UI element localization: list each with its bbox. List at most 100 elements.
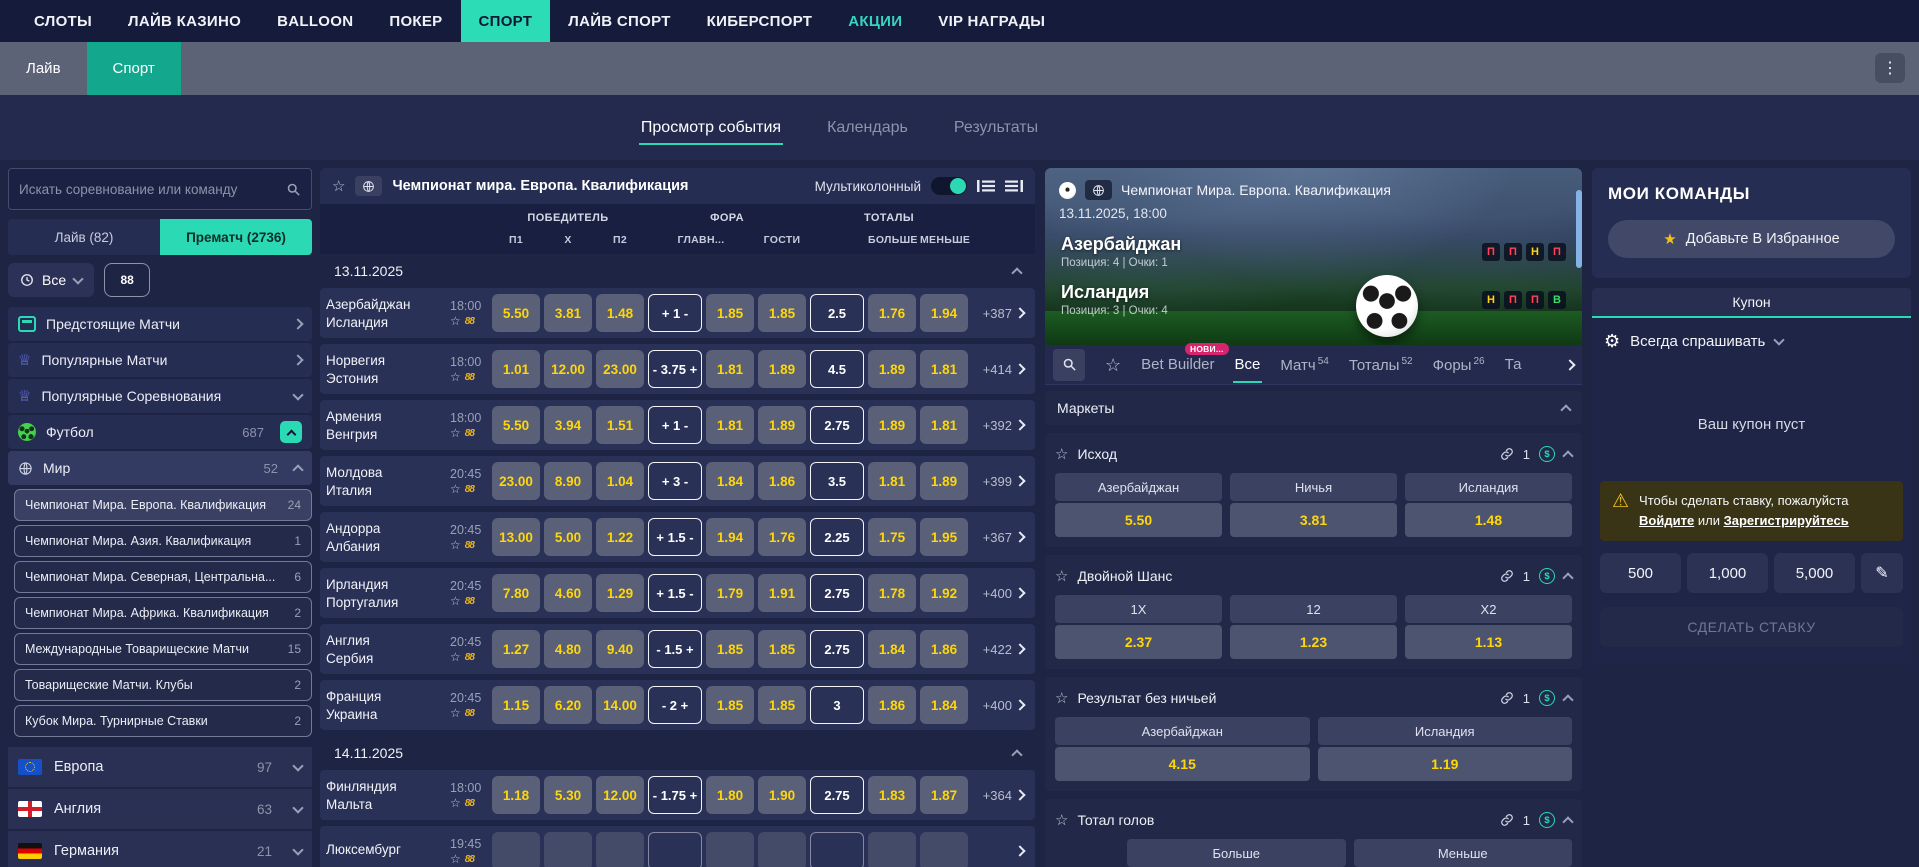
- odd-over[interactable]: 1.89: [868, 406, 916, 444]
- market-odd-button[interactable]: 1.13: [1405, 625, 1572, 659]
- total-line[interactable]: 2.75: [810, 406, 864, 444]
- odd-p1[interactable]: 5.50: [492, 294, 540, 332]
- odd-under[interactable]: 1.81: [920, 350, 968, 388]
- odd-handicap-home[interactable]: 1.84: [706, 462, 754, 500]
- event-teams[interactable]: Армения Венгрия: [326, 409, 446, 442]
- odd-under[interactable]: [920, 832, 968, 867]
- odd-p2[interactable]: 23.00: [596, 350, 644, 388]
- event-teams[interactable]: Азербайджан Исландия: [326, 297, 446, 330]
- odd-over[interactable]: 1.75: [868, 518, 916, 556]
- more-markets-count[interactable]: +387: [972, 306, 1012, 321]
- odd-x[interactable]: 5.30: [544, 776, 592, 814]
- market-odd-button[interactable]: 1.19: [1317, 747, 1572, 781]
- odd-handicap-home[interactable]: 1.81: [706, 406, 754, 444]
- market-search-button[interactable]: [1053, 348, 1085, 381]
- date-separator[interactable]: 13.11.2025: [320, 254, 1035, 288]
- odd-handicap-away[interactable]: 1.89: [758, 350, 806, 388]
- detail-scrollbar[interactable]: [1576, 190, 1582, 268]
- market-odd-button[interactable]: 5.50: [1055, 503, 1222, 537]
- favorite-star-icon[interactable]: ☆: [332, 179, 345, 194]
- more-markets-count[interactable]: +422: [972, 642, 1012, 657]
- market-tab[interactable]: Та: [1505, 346, 1522, 383]
- odd-under[interactable]: 1.81: [920, 406, 968, 444]
- add-favorites-button[interactable]: ★ Добавьте В Избранное: [1608, 220, 1895, 258]
- more-markets-count[interactable]: +414: [972, 362, 1012, 377]
- total-line[interactable]: 2.75: [810, 574, 864, 612]
- stake-preset-button[interactable]: 500: [1600, 553, 1681, 594]
- favorite-star-icon[interactable]: ☆: [450, 853, 461, 865]
- event-teams[interactable]: Андорра Албания: [326, 521, 446, 554]
- markets-accordion[interactable]: Маркеты: [1045, 391, 1582, 425]
- odd-p2[interactable]: 1.29: [596, 574, 644, 612]
- odd-handicap-home[interactable]: 1.85: [706, 294, 754, 332]
- total-line[interactable]: 2.25: [810, 518, 864, 556]
- odd-over[interactable]: 1.81: [868, 462, 916, 500]
- stake-preset-button[interactable]: 1,000: [1687, 553, 1768, 594]
- event-teams[interactable]: Люксембург: [326, 842, 446, 860]
- odd-over[interactable]: 1.84: [868, 630, 916, 668]
- odd-p1[interactable]: 7.80: [492, 574, 540, 612]
- odd-under[interactable]: 1.84: [920, 686, 968, 724]
- odd-x[interactable]: 12.00: [544, 350, 592, 388]
- favorite-star-icon[interactable]: ☆: [1105, 356, 1121, 374]
- sidebar-item[interactable]: ♕ Популярные Матчи: [8, 343, 312, 377]
- favorite-star-icon[interactable]: ☆: [1055, 569, 1068, 584]
- mode-toggle-button[interactable]: Прематч (2736): [160, 219, 312, 255]
- odd-handicap-away[interactable]: 1.89: [758, 406, 806, 444]
- more-markets-count[interactable]: +400: [972, 698, 1012, 713]
- odd-p2[interactable]: 1.48: [596, 294, 644, 332]
- odd-p1[interactable]: 23.00: [492, 462, 540, 500]
- place-bet-button[interactable]: СДЕЛАТЬ СТАВКУ: [1600, 607, 1903, 648]
- league-item[interactable]: Чемпионат Мира. Европа. Квалификация 24: [14, 489, 312, 521]
- market-tab[interactable]: Все: [1232, 346, 1263, 383]
- handicap-line[interactable]: - 1.5 +: [648, 630, 702, 668]
- more-markets-count[interactable]: +392: [972, 418, 1012, 433]
- list-view-right-icon[interactable]: [1005, 179, 1023, 193]
- odd-x[interactable]: 4.80: [544, 630, 592, 668]
- odd-p2[interactable]: 1.22: [596, 518, 644, 556]
- top-nav-item[interactable]: КИБЕРСПОРТ: [689, 0, 831, 42]
- total-line[interactable]: 2.5: [810, 294, 864, 332]
- total-line[interactable]: 2.75: [810, 776, 864, 814]
- market-header[interactable]: ☆ Тотал голов 1 $: [1055, 807, 1574, 833]
- country-item[interactable]: Германия 21: [8, 831, 312, 867]
- favorite-star-icon[interactable]: ☆: [450, 595, 461, 607]
- odd-under[interactable]: 1.89: [920, 462, 968, 500]
- multicolumn-toggle[interactable]: [931, 177, 967, 195]
- odd-p2[interactable]: 1.04: [596, 462, 644, 500]
- odd-over[interactable]: 1.76: [868, 294, 916, 332]
- top-nav-item[interactable]: ПОКЕР: [371, 0, 460, 42]
- register-link[interactable]: Зарегистрируйтесь: [1724, 513, 1849, 528]
- list-view-left-icon[interactable]: [977, 179, 995, 193]
- odd-under[interactable]: 1.86: [920, 630, 968, 668]
- more-markets-count[interactable]: +364: [972, 788, 1012, 803]
- odd-over[interactable]: 1.89: [868, 350, 916, 388]
- handicap-line[interactable]: + 1 -: [648, 406, 702, 444]
- sub-nav-tab[interactable]: Спорт: [86, 42, 181, 95]
- favorite-star-icon[interactable]: ☆: [450, 707, 461, 719]
- view-tab[interactable]: Календарь: [825, 107, 910, 149]
- handicap-line[interactable]: + 3 -: [648, 462, 702, 500]
- time-filter-dropdown[interactable]: Все: [8, 263, 95, 297]
- odd-under[interactable]: 1.94: [920, 294, 968, 332]
- sidebar-item[interactable]: Предстоящие Матчи: [8, 307, 312, 341]
- odd-p2[interactable]: 9.40: [596, 630, 644, 668]
- odd-p2[interactable]: 1.51: [596, 406, 644, 444]
- total-line[interactable]: 2.75: [810, 630, 864, 668]
- favorite-star-icon[interactable]: ☆: [450, 797, 461, 809]
- date-separator[interactable]: 14.11.2025: [320, 736, 1035, 770]
- event-teams[interactable]: Молдова Италия: [326, 465, 446, 498]
- coupon-tab[interactable]: Купон: [1592, 288, 1911, 318]
- odd-p1[interactable]: 1.27: [492, 630, 540, 668]
- total-line[interactable]: [810, 832, 864, 867]
- market-tab[interactable]: Тоталы 52: [1349, 346, 1413, 384]
- odd-handicap-home[interactable]: [706, 832, 754, 867]
- odd-x[interactable]: 4.60: [544, 574, 592, 612]
- top-nav-item[interactable]: VIP НАГРАДЫ: [920, 0, 1063, 42]
- total-line[interactable]: 3.5: [810, 462, 864, 500]
- top-nav-item[interactable]: СЛОТЫ: [16, 0, 110, 42]
- odd-under[interactable]: 1.87: [920, 776, 968, 814]
- odd-handicap-away[interactable]: 1.91: [758, 574, 806, 612]
- odd-handicap-home[interactable]: 1.81: [706, 350, 754, 388]
- odd-p1[interactable]: 13.00: [492, 518, 540, 556]
